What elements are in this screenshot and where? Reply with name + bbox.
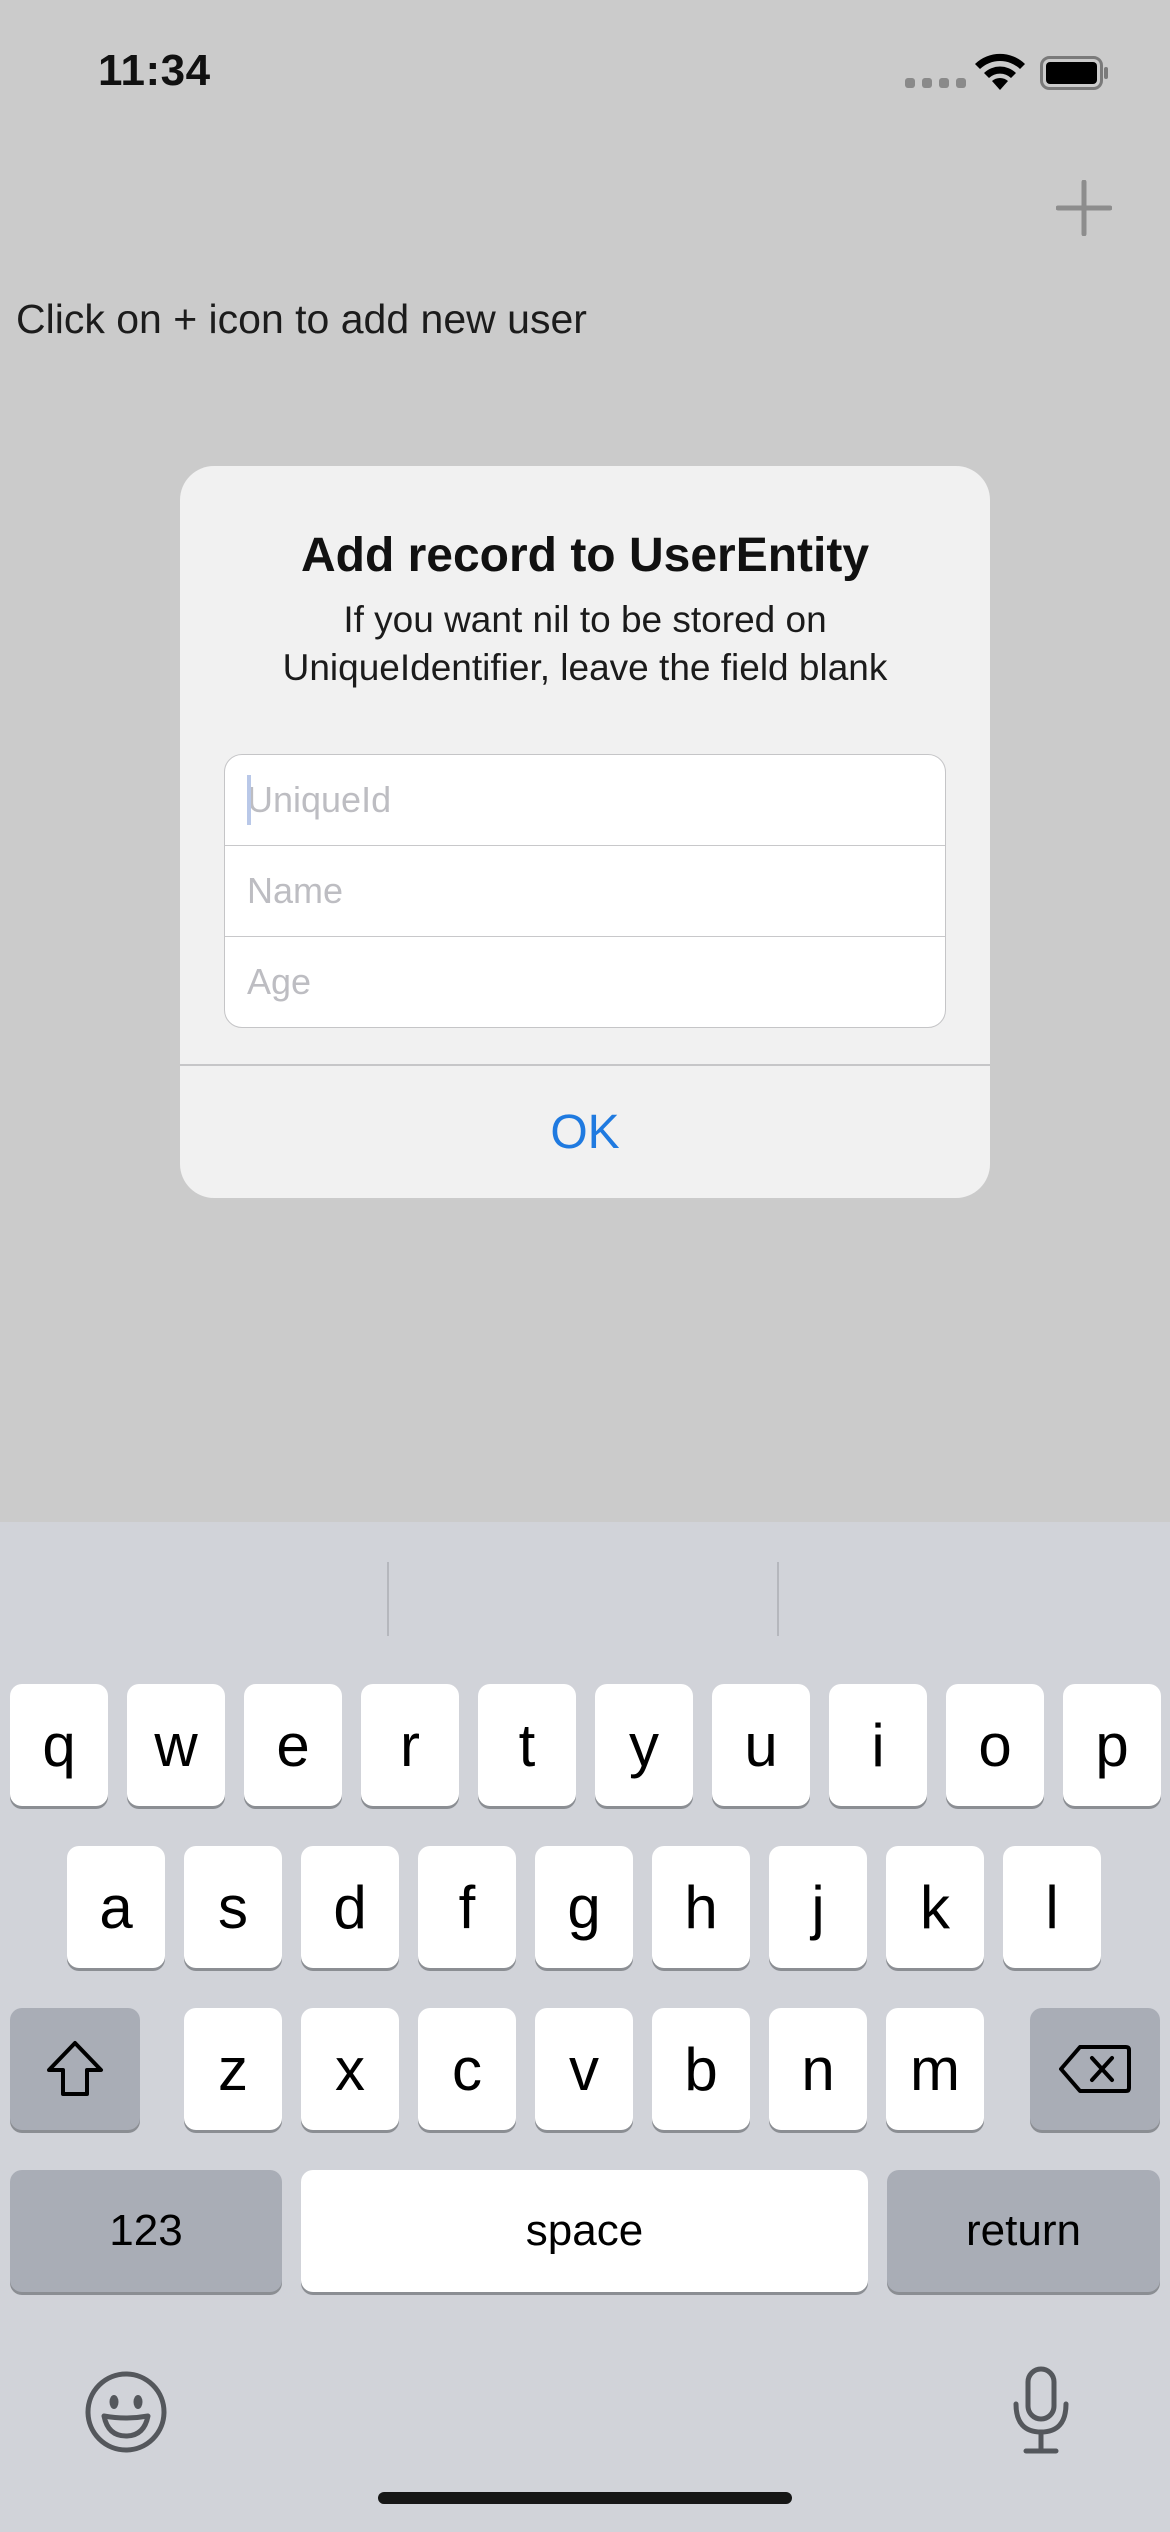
- space-key[interactable]: space: [301, 2170, 868, 2292]
- key-b[interactable]: b: [652, 2008, 750, 2130]
- key-g[interactable]: g: [535, 1846, 633, 1968]
- alert-message: If you want nil to be stored on UniqueId…: [282, 599, 888, 688]
- name-input[interactable]: [225, 846, 945, 936]
- status-time: 11:34: [98, 46, 211, 95]
- key-c[interactable]: c: [418, 2008, 516, 2130]
- alert-title: Add record to UserEntity: [300, 529, 870, 582]
- key-i[interactable]: i: [829, 1684, 927, 1806]
- numbers-key[interactable]: 123: [10, 2170, 282, 2292]
- ok-button[interactable]: OK: [180, 1066, 990, 1198]
- key-h[interactable]: h: [652, 1846, 750, 1968]
- delete-icon: [1059, 2045, 1131, 2093]
- key-k[interactable]: k: [886, 1846, 984, 1968]
- key-x[interactable]: x: [301, 2008, 399, 2130]
- key-p[interactable]: p: [1063, 1684, 1161, 1806]
- keyboard: q w e r t y u i o p a s d f g h j k l z …: [0, 1522, 1170, 2532]
- key-e[interactable]: e: [244, 1684, 342, 1806]
- uniqueid-input[interactable]: [225, 755, 945, 845]
- key-d[interactable]: d: [301, 1846, 399, 1968]
- delete-key[interactable]: [1030, 2008, 1160, 2130]
- name-field-row: [225, 846, 945, 937]
- home-indicator[interactable]: [378, 2492, 792, 2504]
- key-s[interactable]: s: [184, 1846, 282, 1968]
- alert-fields-group: [224, 754, 946, 1028]
- key-q[interactable]: q: [10, 1684, 108, 1806]
- age-input[interactable]: [225, 937, 945, 1027]
- key-y[interactable]: y: [595, 1684, 693, 1806]
- key-t[interactable]: t: [478, 1684, 576, 1806]
- key-n[interactable]: n: [769, 2008, 867, 2130]
- add-user-plus-icon[interactable]: [1056, 180, 1112, 236]
- key-z[interactable]: z: [184, 2008, 282, 2130]
- key-a[interactable]: a: [67, 1846, 165, 1968]
- cellular-signal-icon: [905, 78, 966, 88]
- key-m[interactable]: m: [886, 2008, 984, 2130]
- battery-icon: [1040, 56, 1108, 90]
- key-r[interactable]: r: [361, 1684, 459, 1806]
- key-u[interactable]: u: [712, 1684, 810, 1806]
- key-o[interactable]: o: [946, 1684, 1044, 1806]
- key-f[interactable]: f: [418, 1846, 516, 1968]
- emoji-icon[interactable]: [84, 2370, 168, 2454]
- key-w[interactable]: w: [127, 1684, 225, 1806]
- key-l[interactable]: l: [1003, 1846, 1101, 1968]
- predictive-divider: [387, 1562, 389, 1636]
- key-j[interactable]: j: [769, 1846, 867, 1968]
- predictive-divider: [777, 1562, 779, 1636]
- uniqueid-field-row: [225, 755, 945, 846]
- wifi-icon: [975, 53, 1025, 90]
- age-field-row: [225, 937, 945, 1027]
- key-v[interactable]: v: [535, 2008, 633, 2130]
- shift-icon: [47, 2041, 103, 2096]
- text-cursor: [247, 775, 251, 825]
- microphone-icon[interactable]: [1010, 2366, 1072, 2456]
- shift-key[interactable]: [10, 2008, 140, 2130]
- empty-state-hint: Click on + icon to add new user: [16, 296, 587, 342]
- return-key[interactable]: return: [887, 2170, 1160, 2292]
- add-record-alert: Add record to UserEntity If you want nil…: [180, 466, 990, 1198]
